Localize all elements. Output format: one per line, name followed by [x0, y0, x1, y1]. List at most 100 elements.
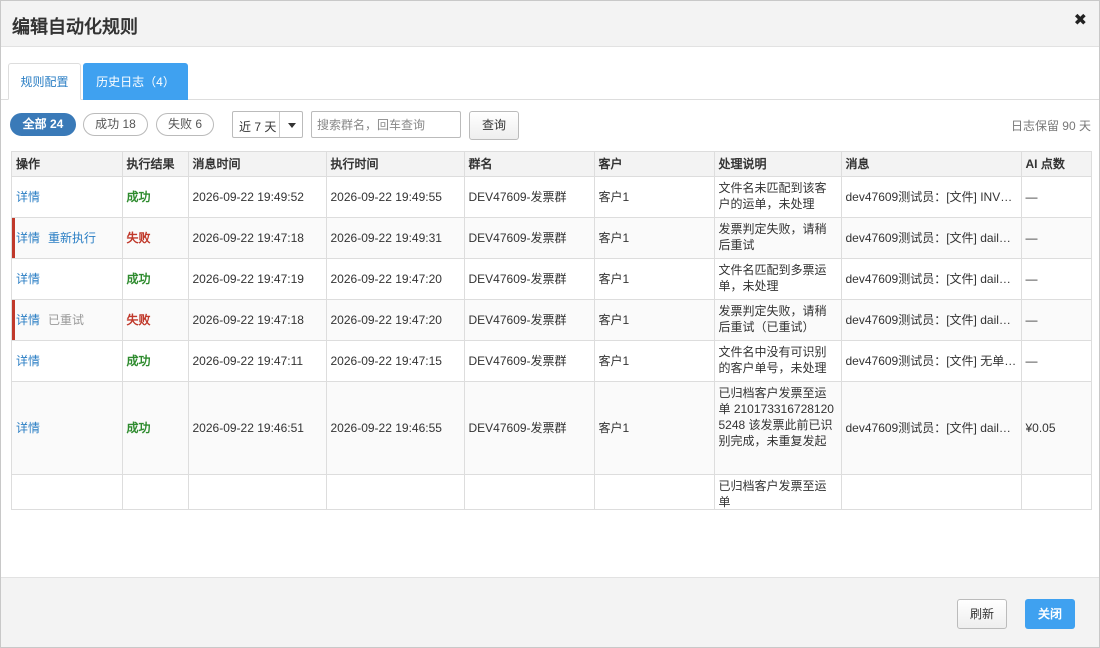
detail-link[interactable]: 详情 [16, 354, 40, 368]
filter-fail-pill[interactable]: 失败 6 [156, 113, 214, 136]
column-header: 消息时间 [188, 152, 327, 177]
column-header: 执行时间 [326, 152, 465, 177]
message-time-cell: 2026-09-22 19:47:11 [188, 340, 327, 382]
retried-label: 已重试 [48, 313, 85, 327]
customer-cell: 客户1 [594, 176, 715, 218]
exec-time-cell: 2026-09-22 19:47:15 [326, 340, 465, 382]
ai-points-cell: ¥0.05 [1021, 381, 1091, 475]
rerun-link[interactable]: 重新执行 [48, 231, 96, 245]
column-header: 操作 [12, 152, 123, 177]
dialog-titlebar: 编辑自动化规则 ✖ [1, 1, 1099, 47]
table-row: 详情 成功 2026-09-22 19:49:52 2026-09-22 19:49:… [12, 176, 1091, 218]
action-cell: 详情 [12, 258, 123, 300]
ai-points-cell: — [1021, 299, 1091, 341]
detail-link[interactable]: 详情 [16, 190, 40, 204]
process-note-cell: 发票判定失败，请稍后重试（已重试） [714, 299, 842, 341]
table-row: 详情 成功 2026-09-22 19:47:19 2026-09-22 19:47:… [12, 258, 1091, 300]
customer-cell: 客户1 [594, 258, 715, 300]
result-cell: 失败 [122, 299, 189, 341]
result-cell: 成功 [122, 176, 189, 218]
group-name-cell: DEV47609-发票群 [464, 258, 595, 300]
result-cell: 成功 [122, 381, 189, 475]
detail-link[interactable]: 详情 [16, 272, 40, 286]
message-cell [841, 474, 1022, 509]
refresh-button[interactable]: 刷新 [957, 599, 1007, 629]
message-time-cell [188, 474, 327, 509]
table-row: 详情 成功 2026-09-22 19:47:11 2026-09-22 19:47:… [12, 340, 1091, 382]
customer-cell: 客户1 [594, 340, 715, 382]
process-note-cell: 发票判定失败，请稍后重试 [714, 217, 842, 259]
filter-all-pill[interactable]: 全部 24 [10, 113, 76, 136]
message-cell: dev47609测试员：[文件] daily… [841, 299, 1022, 341]
ai-points-cell: — [1021, 217, 1091, 259]
exec-time-cell: 2026-09-22 19:47:20 [326, 258, 465, 300]
table-row: 已归档客户发票至运单 [12, 474, 1091, 509]
column-header: 客户 [594, 152, 715, 177]
date-range-select[interactable]: 近 7 天 [232, 111, 303, 138]
tab-history-log[interactable]: 历史日志（4） [83, 63, 188, 100]
result-cell [122, 474, 189, 509]
table-row: 详情 已重试 失败 2026-09-22 19:47:18 2026-09-22 19:… [12, 299, 1091, 341]
result-cell: 成功 [122, 258, 189, 300]
result-cell: 失败 [122, 217, 189, 259]
process-note-cell: 文件名未匹配到该客户的运单，未处理 [714, 176, 842, 218]
process-note-cell: 文件名中没有可识别的客户单号，未处理 [714, 340, 842, 382]
table-header-row: 操作 执行结果 消息时间 执行时间 群名 客户 处理说明 消息 AI 点数 [12, 152, 1091, 177]
process-note-cell: 文件名匹配到多票运单，未处理 [714, 258, 842, 300]
group-name-cell [464, 474, 595, 509]
column-header: 执行结果 [122, 152, 189, 177]
message-cell: dev47609测试员：[文件] daily… [841, 381, 1022, 475]
group-name-cell: DEV47609-发票群 [464, 340, 595, 382]
history-log-table: 操作 执行结果 消息时间 执行时间 群名 客户 处理说明 消息 AI 点数 详情… [11, 151, 1092, 510]
exec-time-cell: 2026-09-22 19:49:31 [326, 217, 465, 259]
exec-time-cell [326, 474, 465, 509]
table-row: 详情 成功 2026-09-22 19:46:51 2026-09-22 19:46:… [12, 381, 1091, 475]
message-time-cell: 2026-09-22 19:47:18 [188, 217, 327, 259]
group-name-cell: DEV47609-发票群 [464, 299, 595, 341]
customer-cell [594, 474, 715, 509]
column-header: 消息 [841, 152, 1022, 177]
filter-success-pill[interactable]: 成功 18 [83, 113, 148, 136]
exec-time-cell: 2026-09-22 19:47:20 [326, 299, 465, 341]
customer-cell: 客户1 [594, 217, 715, 259]
process-note-cell: 已归档客户发票至运单 2101733167281205248 该发票此前已识别完… [714, 381, 842, 475]
tab-bar: 规则配置 历史日志（4） [1, 63, 1099, 100]
message-cell: dev47609测试员：[文件] daily… [841, 258, 1022, 300]
message-time-cell: 2026-09-22 19:47:18 [188, 299, 327, 341]
close-icon[interactable]: ✖ [1074, 13, 1087, 29]
column-header: 群名 [464, 152, 595, 177]
exec-time-cell: 2026-09-22 19:49:55 [326, 176, 465, 218]
dialog-title: 编辑自动化规则 [12, 17, 138, 37]
action-cell: 详情 重新执行 [12, 217, 123, 259]
ai-points-cell [1021, 474, 1091, 509]
customer-cell: 客户1 [594, 381, 715, 475]
message-time-cell: 2026-09-22 19:49:52 [188, 176, 327, 218]
column-header: 处理说明 [714, 152, 842, 177]
close-button[interactable]: 关闭 [1025, 599, 1075, 629]
dialog-footer: 刷新 关闭 [1, 577, 1099, 647]
query-button[interactable]: 查询 [469, 111, 519, 140]
detail-link[interactable]: 详情 [16, 231, 40, 245]
customer-cell: 客户1 [594, 299, 715, 341]
action-cell: 详情 [12, 176, 123, 218]
action-cell: 详情 [12, 381, 123, 475]
log-retention-text: 日志保留 90 天 [1010, 119, 1091, 133]
detail-link[interactable]: 详情 [16, 313, 40, 327]
message-time-cell: 2026-09-22 19:47:19 [188, 258, 327, 300]
date-range-value: 近 7 天 [239, 120, 277, 134]
message-cell: dev47609测试员：[文件] 无单… [841, 340, 1022, 382]
action-cell: 详情 [12, 340, 123, 382]
result-cell: 成功 [122, 340, 189, 382]
process-note-cell: 已归档客户发票至运单 [714, 474, 842, 509]
ai-points-cell: — [1021, 258, 1091, 300]
detail-link[interactable]: 详情 [16, 421, 40, 435]
group-name-cell: DEV47609-发票群 [464, 176, 595, 218]
action-cell: 详情 已重试 [12, 299, 123, 341]
tab-rule-config[interactable]: 规则配置 [8, 63, 81, 100]
automation-rule-dialog: 编辑自动化规则 ✖ 规则配置 历史日志（4） 全部 24 成功 18 失败 6 … [0, 0, 1100, 648]
group-name-cell: DEV47609-发票群 [464, 217, 595, 259]
search-input[interactable] [311, 111, 461, 138]
message-cell: dev47609测试员：[文件] daily… [841, 217, 1022, 259]
filter-bar: 全部 24 成功 18 失败 6 近 7 天 查询 日志保留 90 天 [1, 109, 1099, 141]
message-time-cell: 2026-09-22 19:46:51 [188, 381, 327, 475]
